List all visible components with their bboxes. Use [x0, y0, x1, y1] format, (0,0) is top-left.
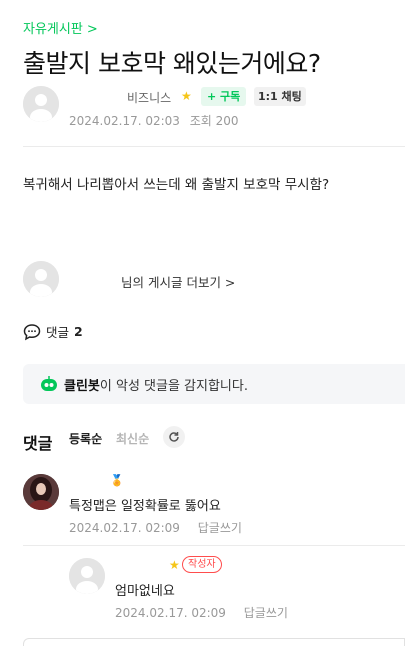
post-title: 출발지 보호막 왜있는거에요?	[23, 49, 321, 78]
comment-input-box[interactable]	[23, 638, 405, 646]
default-profile-icon	[69, 558, 105, 594]
divider	[23, 545, 405, 546]
reply-button[interactable]: 답글쓰기	[244, 606, 288, 620]
more-posts-link[interactable]: 님의 게시글 더보기 >	[121, 272, 235, 291]
sort-latest-tab[interactable]: 최신순	[116, 430, 149, 447]
chat-button[interactable]: 1:1 채팅	[254, 87, 306, 106]
writer-badge: 작성자	[182, 556, 222, 573]
comment-count-toggle[interactable]: 댓글 2	[23, 322, 83, 341]
comment-bubble-icon	[23, 323, 41, 340]
author-name[interactable]: 비즈니스	[127, 89, 171, 106]
post-views: 조회 200	[189, 114, 239, 128]
cleanbot-name: 클린봇	[64, 379, 100, 394]
reply-button[interactable]: 답글쓰기	[198, 521, 242, 535]
author-avatar[interactable]	[23, 86, 59, 122]
comments-heading: 댓글	[23, 434, 53, 453]
commenter-avatar[interactable]	[23, 474, 59, 510]
refresh-icon	[169, 432, 179, 442]
medal-icon: 🏅	[110, 474, 124, 487]
default-profile-icon	[23, 86, 59, 122]
reply-text: 엄마없네요	[115, 584, 175, 599]
post-body: 복귀해서 나리뽑아서 쓰는데 왜 출발지 보호막 무시함?	[23, 177, 330, 193]
cleanbot-icon	[40, 375, 58, 393]
divider	[23, 146, 405, 147]
cleanbot-text: 이 악성 댓글을 감지합니다.	[99, 379, 248, 394]
more-posts-avatar[interactable]	[23, 261, 59, 297]
post-date: 2024.02.17. 02:03	[69, 114, 180, 128]
default-profile-icon	[23, 261, 59, 297]
reply-date: 2024.02.17. 02:09	[115, 606, 226, 620]
star-icon: ★	[181, 89, 192, 103]
comment-meta: 2024.02.17. 02:09 답글쓰기	[69, 519, 242, 536]
comment-count-number: 2	[74, 324, 83, 339]
cleanbot-message: 클린봇이 악성 댓글을 감지합니다.	[64, 375, 248, 394]
reply-author-avatar[interactable]	[69, 558, 105, 594]
profile-photo-icon	[23, 474, 59, 510]
post-meta: 2024.02.17. 02:03 조회 200	[69, 112, 245, 129]
comment-text: 특정맵은 일정확률로 뚫어요	[69, 499, 221, 514]
comment-date: 2024.02.17. 02:09	[69, 521, 180, 535]
reply-meta: 2024.02.17. 02:09 답글쓰기	[115, 604, 288, 621]
star-icon: ★	[169, 558, 180, 572]
comment-count-label: 댓글	[46, 325, 70, 340]
sort-registered-tab[interactable]: 등록순	[69, 430, 102, 447]
subscribe-button[interactable]: + 구독	[201, 87, 247, 106]
refresh-button[interactable]	[163, 426, 185, 448]
board-link[interactable]: 자유게시판 >	[23, 18, 98, 37]
